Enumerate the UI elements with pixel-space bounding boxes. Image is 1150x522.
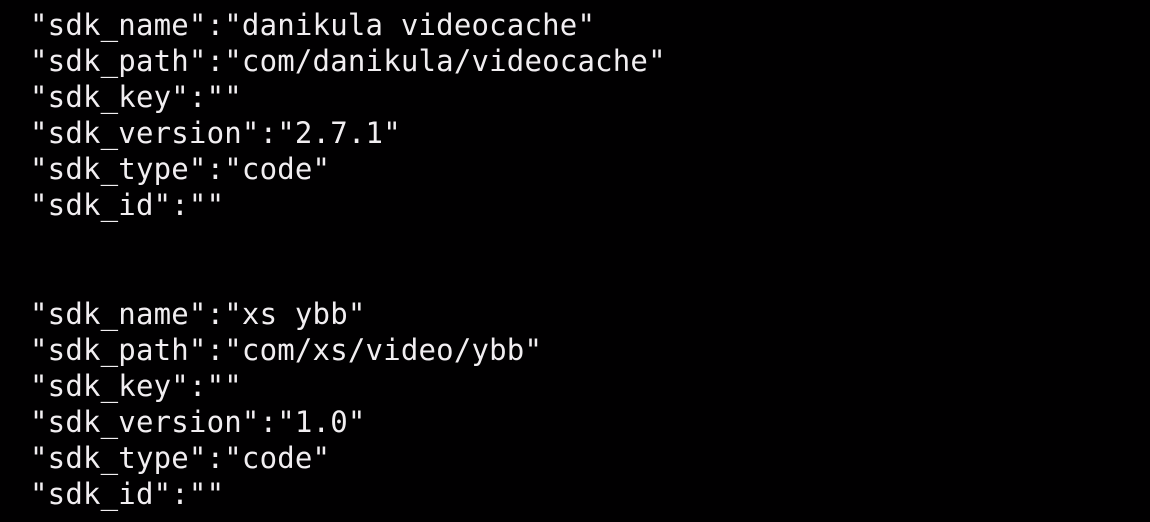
sdk-path-line: "sdk_path":"com/danikula/videocache" <box>30 44 666 78</box>
sdk-path-line: "sdk_path":"com/xs/video/ybb" <box>30 333 543 367</box>
sdk-entry-block: "sdk_name":"danikula videocache" "sdk_pa… <box>30 7 666 223</box>
sdk-id-line: "sdk_id":"" <box>30 477 225 511</box>
sdk-version-line: "sdk_version":"2.7.1" <box>30 116 401 150</box>
sdk-key-line: "sdk_key":"" <box>30 80 242 114</box>
sdk-key-line: "sdk_key":"" <box>30 369 242 403</box>
sdk-entry-block: "sdk_name":"xs ybb" "sdk_path":"com/xs/v… <box>30 296 542 512</box>
sdk-name-line: "sdk_name":"xs ybb" <box>30 297 366 331</box>
sdk-name-line: "sdk_name":"danikula videocache" <box>30 8 596 42</box>
terminal-window[interactable]: "sdk_name":"danikula videocache" "sdk_pa… <box>0 0 1150 522</box>
sdk-type-line: "sdk_type":"code" <box>30 441 331 475</box>
sdk-version-line: "sdk_version":"1.0" <box>30 405 366 439</box>
sdk-id-line: "sdk_id":"" <box>30 188 225 222</box>
sdk-type-line: "sdk_type":"code" <box>30 152 331 186</box>
